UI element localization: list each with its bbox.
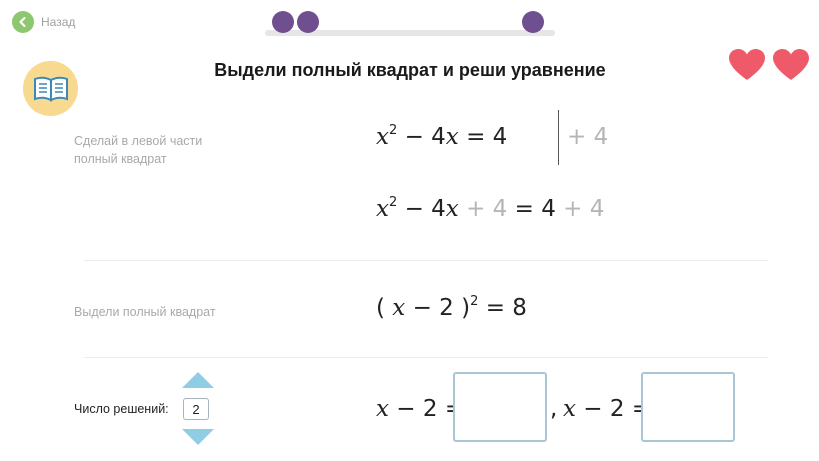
step1-hint: Сделай в левой части полный квадрат xyxy=(74,134,203,166)
step2-hint: Выдели полный квадрат xyxy=(74,305,216,319)
arrow-down-icon xyxy=(182,429,214,445)
progress-dot xyxy=(272,11,294,33)
solutions-count-label: Число решений: xyxy=(74,402,169,416)
heart-icon xyxy=(729,49,765,80)
answer-separator: , xyxy=(550,396,558,422)
progress-dot xyxy=(297,11,319,33)
task-title: Выдели полный квадрат и реши уравнение xyxy=(214,60,606,80)
chevron-left-icon xyxy=(12,11,34,33)
answer1-equation: x − 2 = xyxy=(376,396,465,422)
decrement-button[interactable] xyxy=(181,428,215,451)
book-icon[interactable] xyxy=(23,61,78,116)
answer-input-1[interactable] xyxy=(453,372,547,442)
side-operation: + 4 xyxy=(567,124,609,150)
back-label: Назад xyxy=(41,15,76,29)
progress-dot xyxy=(522,11,544,33)
arrow-up-icon xyxy=(182,372,214,388)
heart-icon xyxy=(773,49,809,80)
step1-equation-transformed: x2 − 4x + 4 = 4 + 4 xyxy=(376,195,605,222)
answer-input-2[interactable] xyxy=(641,372,735,442)
side-operation-divider xyxy=(558,110,559,165)
step1-equation: x2 − 4x = 4 xyxy=(376,123,508,150)
answer2-equation: x − 2 = xyxy=(563,396,652,422)
solutions-count-field[interactable]: 2 xyxy=(183,398,209,420)
divider xyxy=(84,260,768,261)
lives xyxy=(728,48,810,82)
step2-equation: ( x − 2 )2 = 8 xyxy=(376,294,527,321)
back-button[interactable]: Назад xyxy=(12,11,75,33)
increment-button[interactable] xyxy=(181,371,215,394)
divider xyxy=(84,357,768,358)
